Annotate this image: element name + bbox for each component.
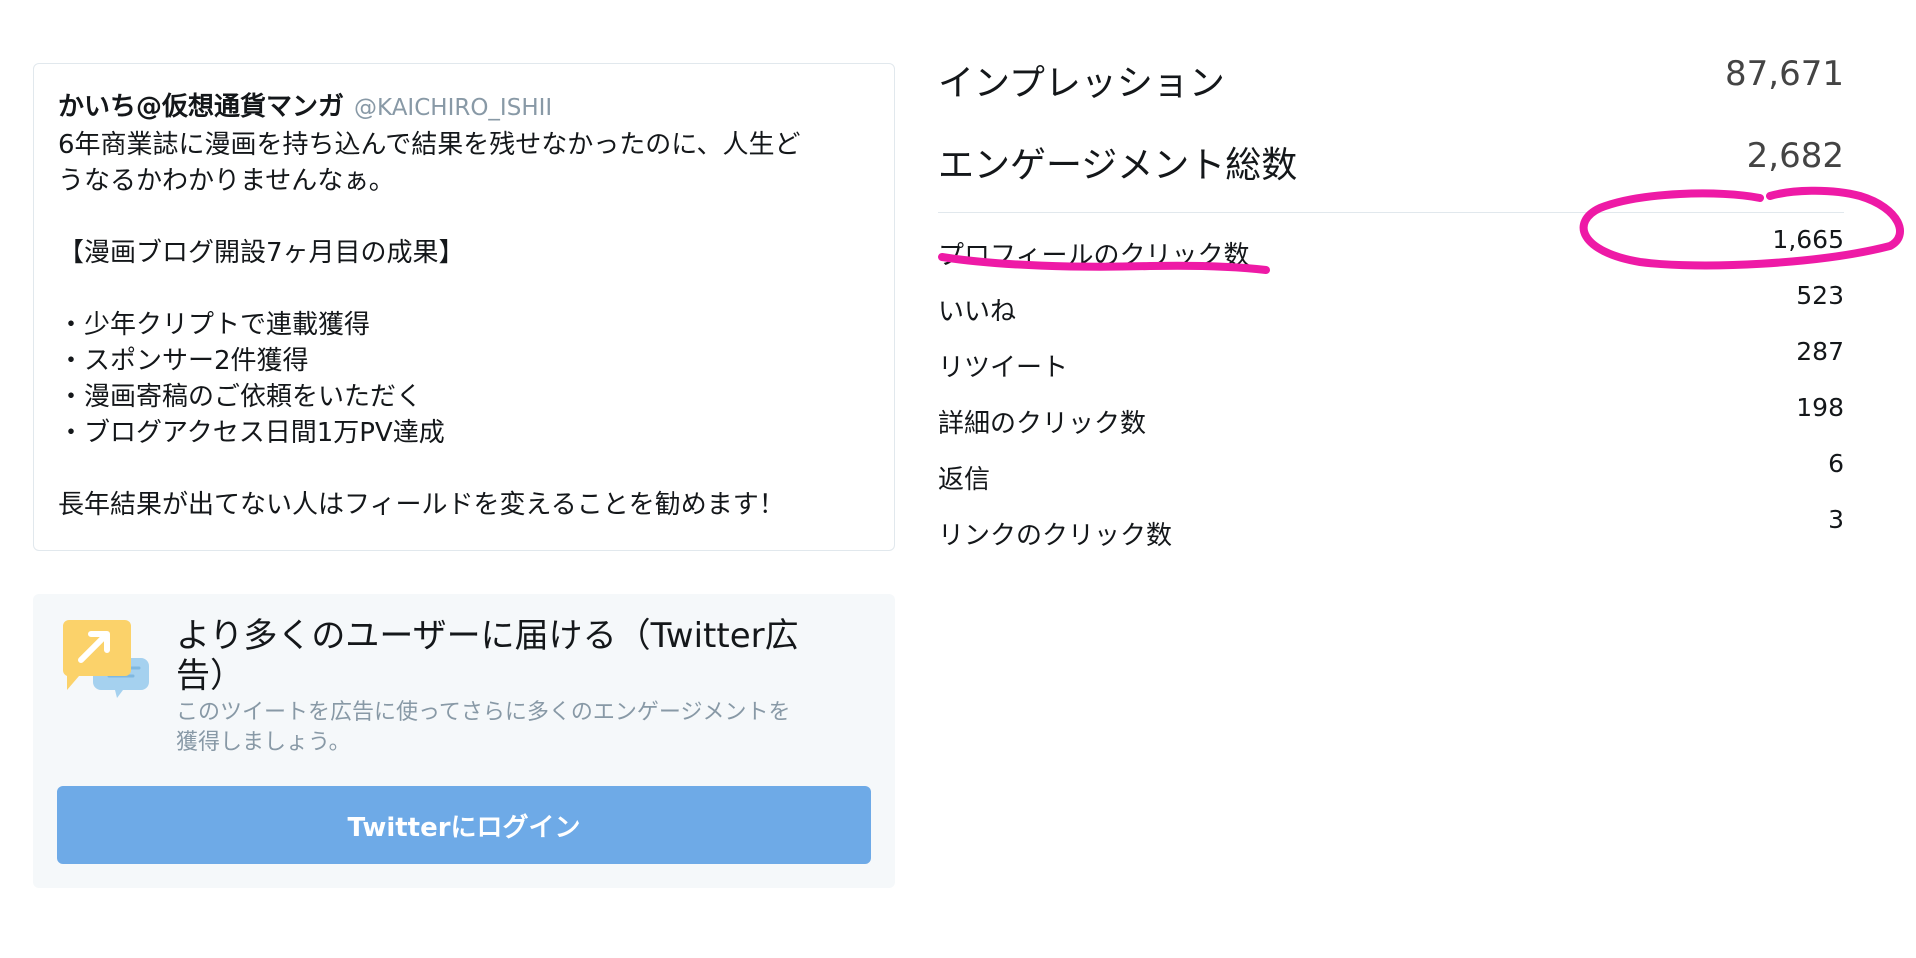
twitter-login-button[interactable]: Twitterにログイン bbox=[57, 786, 871, 864]
stat-label: リツイート bbox=[938, 353, 1069, 383]
stat-value: 87,671 bbox=[1725, 54, 1844, 94]
stat-label: プロフィールのクリック数 bbox=[938, 241, 1250, 271]
stat-label: エンゲージメント総数 bbox=[938, 145, 1298, 186]
stat-row-retweets: リツイート 287 bbox=[938, 325, 1844, 383]
stat-label: いいね bbox=[938, 297, 1017, 327]
stat-label: 詳細のクリック数 bbox=[938, 409, 1147, 439]
stat-value: 198 bbox=[1796, 393, 1844, 422]
tweet-line: ・少年クリプトで連載獲得 bbox=[58, 310, 371, 340]
promote-desc-line: 獲得しましょう。 bbox=[176, 730, 351, 755]
stat-value: 2,682 bbox=[1746, 136, 1844, 176]
tweet-line: 長年結果が出てない人はフィールドを変えることを勧めます！ bbox=[58, 490, 785, 520]
tweet-text: 6年商業誌に漫画を持ち込んで結果を残せなかったのに、人生ど うなるかわかりません… bbox=[58, 127, 870, 523]
stat-row-likes: いいね 523 bbox=[938, 269, 1844, 327]
stat-row-replies: 返信 6 bbox=[938, 437, 1844, 495]
tweet-line: 【漫画ブログ開設7ヶ月目の成果】 bbox=[58, 238, 465, 268]
stat-engagements: エンゲージメント総数 2,682 bbox=[938, 130, 1844, 212]
tweet-line: ・スポンサー2件獲得 bbox=[58, 346, 309, 376]
promote-title-line: より多くのユーザーに届ける（Twitter広 bbox=[176, 616, 799, 656]
stat-value: 3 bbox=[1828, 505, 1844, 534]
stat-impressions: インプレッション 87,671 bbox=[938, 48, 1844, 130]
stat-value: 287 bbox=[1796, 337, 1844, 366]
promote-title-line: 告） bbox=[176, 656, 244, 696]
stat-label: リンクのクリック数 bbox=[938, 521, 1173, 551]
stat-label: インプレッション bbox=[938, 63, 1225, 104]
tweet-header: かいち@仮想通貨マンガ @KAICHIRO_ISHII bbox=[58, 86, 870, 123]
tweet-line: ・漫画寄稿のご依頼をいただく bbox=[58, 382, 423, 412]
stat-row-profile-clicks: プロフィールのクリック数 1,665 bbox=[938, 213, 1844, 271]
stat-row-link-clicks: リンクのクリック数 3 bbox=[938, 493, 1844, 551]
promote-arrow-icon bbox=[62, 620, 149, 698]
tweet-stats: インプレッション 87,671 エンゲージメント総数 2,682 プロフィールの… bbox=[938, 48, 1844, 551]
tweet-line: うなるかわかりませんなぁ。 bbox=[58, 166, 395, 196]
stat-value: 1,665 bbox=[1772, 225, 1844, 254]
author-name[interactable]: かいち@仮想通貨マンガ bbox=[58, 86, 344, 123]
promote-title: より多くのユーザーに届ける（Twitter広 告） bbox=[176, 616, 856, 696]
promote-desc-line: このツイートを広告に使ってさらに多くのエンゲージメントを bbox=[176, 700, 791, 725]
promote-card: より多くのユーザーに届ける（Twitter広 告） このツイートを広告に使ってさ… bbox=[33, 594, 895, 888]
stat-row-detail-expands: 詳細のクリック数 198 bbox=[938, 381, 1844, 439]
promote-description: このツイートを広告に使ってさらに多くのエンゲージメントを 獲得しましょう。 bbox=[176, 698, 876, 758]
stat-value: 6 bbox=[1828, 449, 1844, 478]
tweet-line: ・ブログアクセス日間1万PV達成 bbox=[58, 418, 445, 448]
tweet-card: かいち@仮想通貨マンガ @KAICHIRO_ISHII 6年商業誌に漫画を持ち込… bbox=[33, 63, 895, 551]
stat-label: 返信 bbox=[938, 465, 991, 495]
tweet-line: 6年商業誌に漫画を持ち込んで結果を残せなかったのに、人生ど bbox=[58, 130, 801, 160]
author-handle[interactable]: @KAICHIRO_ISHII bbox=[354, 95, 552, 121]
stat-value: 523 bbox=[1796, 281, 1844, 310]
